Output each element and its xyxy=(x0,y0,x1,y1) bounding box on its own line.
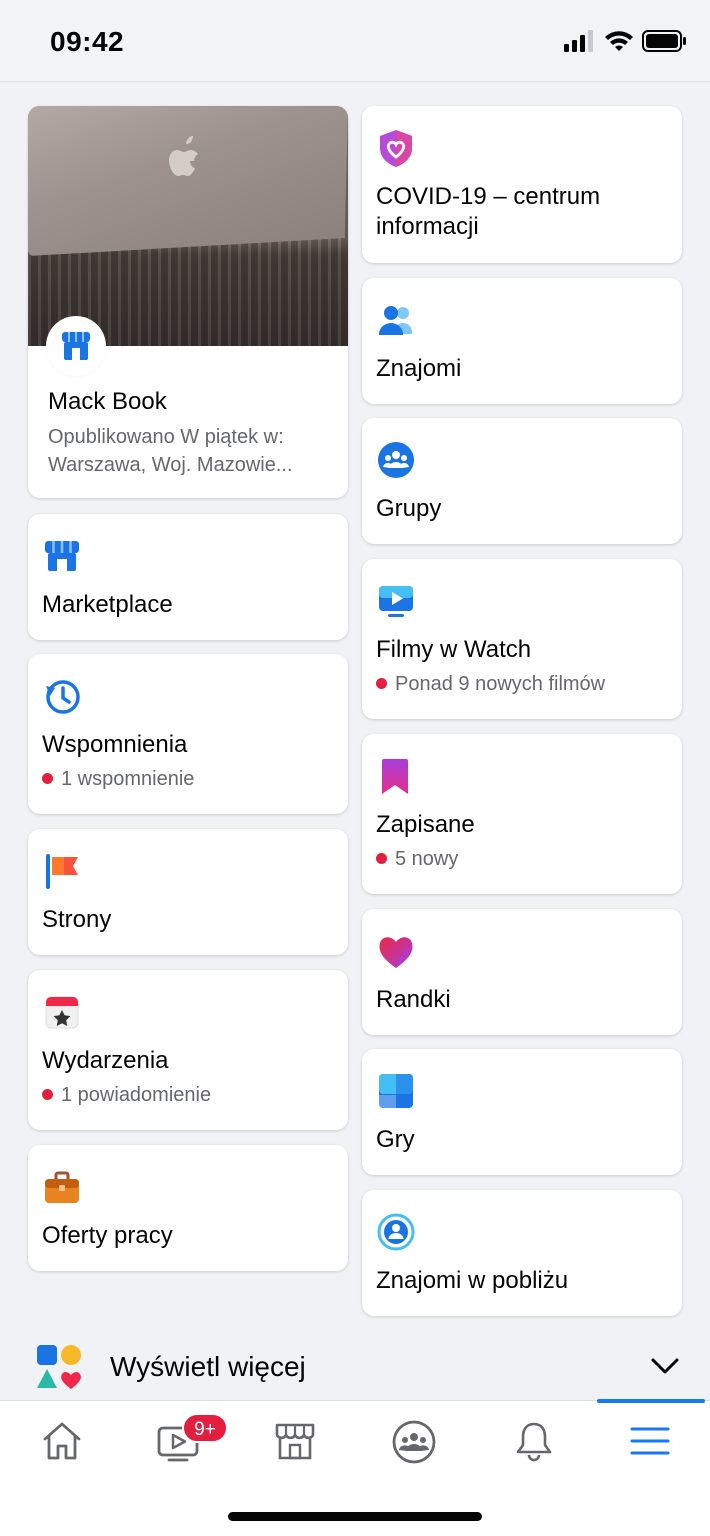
show-more-label: Wyświetl więcej xyxy=(110,1351,306,1382)
shortcut-card-marketplace[interactable]: Marketplace xyxy=(28,514,348,640)
shortcut-label: Grupy xyxy=(376,495,442,522)
active-tab-indicator xyxy=(597,1399,705,1403)
groups-icon xyxy=(378,442,414,478)
notification-dot xyxy=(376,678,387,689)
notification-dot xyxy=(42,1089,53,1100)
tab-menu[interactable] xyxy=(610,1415,690,1475)
listing-title: Mack Book xyxy=(48,388,167,415)
shortcut-card-gaming[interactable]: Gry xyxy=(362,1049,682,1175)
marketplace-icon xyxy=(45,541,79,571)
shortcut-card-watch[interactable]: Filmy w Watch Ponad 9 nowych filmów xyxy=(362,559,682,719)
featured-listing-card[interactable]: Mack Book Opublikowano W piątek w: Warsz… xyxy=(28,106,348,498)
shortcut-card-dating[interactable]: Randki xyxy=(362,909,682,1035)
sublabel-text: Ponad 9 nowych filmów xyxy=(395,673,606,695)
gaming-icon xyxy=(379,1074,413,1108)
marketplace-store-icon xyxy=(275,1423,315,1460)
sublabel-text: 1 wspomnienie xyxy=(61,768,195,790)
shortcut-card-pages[interactable]: Strony xyxy=(28,829,348,955)
shortcut-label: Znajomi xyxy=(376,355,462,382)
events-calendar-icon xyxy=(45,996,79,1029)
nearby-friends-icon xyxy=(377,1213,415,1251)
shortcut-card-saved[interactable]: Zapisane 5 nowy xyxy=(362,734,682,894)
notification-dot xyxy=(376,853,387,864)
shortcut-label: Randki xyxy=(376,986,451,1013)
shortcut-label-line1: COVID-19 – centrum xyxy=(376,183,601,210)
bell-icon xyxy=(516,1422,552,1462)
shortcut-card-memories[interactable]: Wspomnienia 1 wspomnienie xyxy=(28,654,348,814)
shortcut-label: Filmy w Watch xyxy=(376,636,532,663)
shortcut-label: Oferty pracy xyxy=(42,1222,173,1249)
sublabel-text: 5 nowy xyxy=(395,848,459,870)
shortcut-label: Wspomnienia xyxy=(42,731,188,758)
chevron-down-icon xyxy=(651,1358,679,1374)
shortcut-label-line2: informacji xyxy=(376,213,479,240)
tab-groups[interactable] xyxy=(373,1415,453,1475)
shortcut-card-groups[interactable]: Grupy xyxy=(362,418,682,544)
covid-shield-icon xyxy=(380,130,412,167)
wifi-icon xyxy=(605,31,633,51)
sublabel-text: 1 powiadomienie xyxy=(61,1084,212,1106)
tab-watch[interactable]: 9+ xyxy=(138,1413,228,1475)
laptop-lid xyxy=(28,106,348,256)
home-indicator xyxy=(228,1512,482,1521)
shortcut-card-jobs[interactable]: Oferty pracy xyxy=(28,1145,348,1271)
listing-subtitle-line1: Opublikowano W piątek w: xyxy=(48,426,284,448)
listing-photo xyxy=(28,106,348,346)
pages-flag-icon xyxy=(46,854,78,889)
shortcut-card-events[interactable]: Wydarzenia 1 powiadomienie xyxy=(28,970,348,1130)
shortcut-card-covid[interactable]: COVID-19 – centrum informacji xyxy=(362,106,682,263)
shortcut-label: Marketplace xyxy=(42,591,173,618)
shortcut-card-friends[interactable]: Znajomi xyxy=(362,278,682,404)
shortcut-card-nearby-friends[interactable]: Znajomi w pobliżu xyxy=(362,1190,682,1316)
memories-icon xyxy=(46,680,80,714)
shortcut-sublabel: 1 wspomnienie xyxy=(42,766,194,792)
tab-notifications[interactable] xyxy=(494,1415,574,1475)
shortcut-label: Gry xyxy=(376,1126,415,1153)
battery-icon xyxy=(642,30,686,52)
show-more-shapes-icon xyxy=(37,1345,81,1389)
status-bar: 09:42 xyxy=(0,0,710,82)
watch-icon xyxy=(379,586,413,617)
home-icon xyxy=(43,1422,81,1460)
shortcut-label: Wydarzenia xyxy=(42,1047,169,1074)
shortcut-label: Strony xyxy=(42,906,112,933)
show-more-row[interactable]: Wyświetl więcej xyxy=(0,1330,710,1400)
marketplace-badge xyxy=(48,318,104,374)
listing-subtitle-line2: Warszawa, Woj. Mazowie... xyxy=(48,454,293,476)
apple-logo-icon xyxy=(169,136,198,176)
tab-home[interactable] xyxy=(22,1415,102,1475)
shortcut-sublabel: 1 powiadomienie xyxy=(42,1082,211,1108)
status-time: 09:42 xyxy=(50,26,125,57)
shortcut-label: Znajomi w pobliżu xyxy=(376,1267,569,1294)
notification-dot xyxy=(42,773,53,784)
cellular-signal-icon xyxy=(564,30,593,52)
tab-marketplace[interactable] xyxy=(255,1415,335,1475)
watch-notification-badge: 9+ xyxy=(182,1413,228,1443)
hamburger-menu-icon xyxy=(630,1427,670,1455)
saved-bookmark-icon xyxy=(382,759,408,794)
shortcut-sublabel: Ponad 9 nowych filmów xyxy=(376,671,605,697)
shortcut-label: Zapisane xyxy=(376,811,475,838)
shortcut-sublabel: 5 nowy xyxy=(376,846,458,872)
friends-icon xyxy=(379,306,412,335)
marketplace-icon xyxy=(62,332,90,360)
dating-heart-icon xyxy=(379,937,413,968)
jobs-briefcase-icon xyxy=(45,1171,79,1203)
groups-nav-icon xyxy=(392,1420,436,1464)
